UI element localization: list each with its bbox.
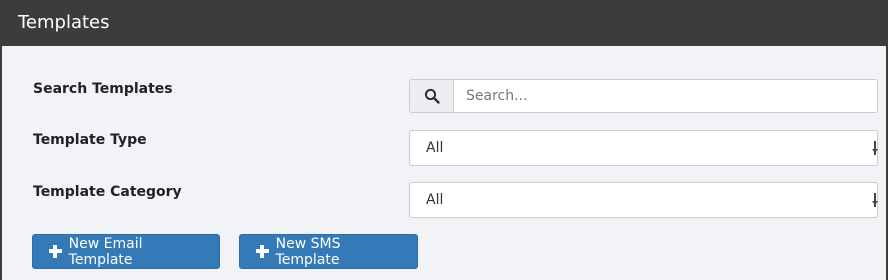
search-input[interactable] bbox=[454, 80, 877, 112]
search-templates-label: Search Templates bbox=[33, 81, 173, 97]
chevron-down-icon bbox=[872, 141, 878, 155]
new-sms-template-button[interactable]: New SMS Template bbox=[239, 234, 418, 269]
search-addon bbox=[410, 80, 454, 112]
new-sms-template-label: New SMS Template bbox=[275, 235, 341, 268]
template-type-value: All bbox=[426, 140, 444, 156]
template-category-select[interactable]: All bbox=[409, 182, 878, 218]
new-email-template-label: New Email Template bbox=[68, 235, 143, 268]
plus-icon bbox=[256, 245, 269, 258]
templates-panel: Templates Search Templates Template Type… bbox=[0, 0, 888, 280]
search-icon bbox=[424, 88, 440, 104]
template-category-value: All bbox=[426, 192, 444, 208]
template-type-label: Template Type bbox=[33, 132, 147, 148]
template-type-select[interactable]: All bbox=[409, 130, 878, 166]
page-title: Templates bbox=[2, 0, 886, 46]
new-email-template-button[interactable]: New Email Template bbox=[32, 234, 220, 269]
template-category-label: Template Category bbox=[33, 184, 182, 200]
search-group bbox=[409, 79, 878, 113]
chevron-down-icon bbox=[872, 193, 878, 207]
plus-icon bbox=[49, 245, 62, 258]
